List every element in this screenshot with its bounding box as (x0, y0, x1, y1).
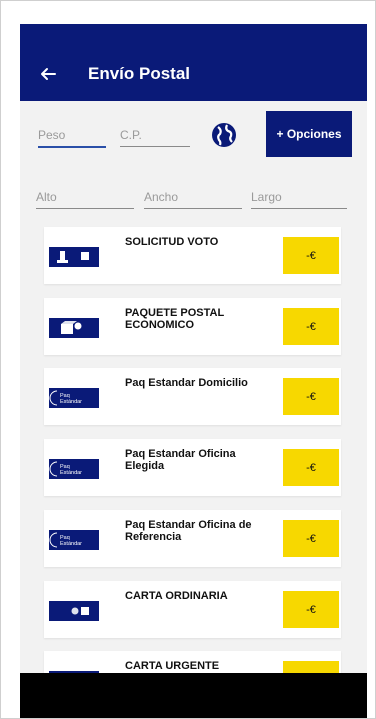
alto-field[interactable] (36, 184, 134, 209)
product-card[interactable]: Paq Estándar Paq Estandar Oficina de Ref… (44, 510, 341, 567)
price-badge[interactable]: -€ (283, 378, 339, 415)
product-card[interactable]: PAQUETE POSTAL ECONOMICO -€ (44, 298, 341, 355)
vote-ballot-icon (49, 247, 99, 267)
alto-input[interactable] (36, 190, 134, 204)
product-card[interactable]: CARTA ORDINARIA -€ (44, 581, 341, 638)
letter-icon (49, 601, 99, 621)
product-card[interactable]: Paq Estándar Paq Estandar Domicilio -€ (44, 368, 341, 425)
svg-text:Estándar: Estándar (60, 470, 82, 476)
paq-estandar-icon: Paq Estándar (49, 388, 99, 408)
product-name: CARTA URGENTE (125, 660, 220, 672)
product-card[interactable]: Paq Estándar Paq Estandar Oficina Elegid… (44, 439, 341, 496)
app-bar: Envío Postal (20, 24, 367, 101)
svg-text:Estándar: Estándar (60, 399, 82, 405)
svg-text:Estándar: Estándar (60, 541, 82, 547)
price-badge[interactable]: -€ (283, 237, 339, 274)
product-name: PAQUETE POSTAL ECONOMICO (125, 307, 225, 331)
largo-input[interactable] (251, 190, 347, 204)
ancho-field[interactable] (144, 184, 242, 209)
device-frame: Envío Postal + Opciones (0, 0, 376, 719)
back-arrow-icon[interactable] (38, 64, 58, 84)
globe-icon[interactable] (210, 121, 238, 149)
price-badge[interactable]: -€ (283, 520, 339, 557)
product-name: Paq Estandar Domicilio (125, 377, 248, 389)
largo-field[interactable] (251, 184, 347, 209)
price-badge[interactable]: -€ (283, 308, 339, 345)
product-name: SOLICITUD VOTO (125, 236, 219, 248)
parcel-icon (49, 318, 99, 338)
paq-estandar-icon: Paq Estándar (49, 530, 99, 550)
product-name: CARTA ORDINARIA (125, 590, 228, 602)
peso-field[interactable] (38, 122, 106, 148)
cp-field[interactable] (120, 122, 190, 147)
cp-input[interactable] (120, 128, 190, 142)
bottom-nav-bar (20, 673, 367, 718)
paq-estandar-icon: Paq Estándar (49, 459, 99, 479)
product-name: Paq Estandar Oficina Elegida (125, 448, 236, 472)
product-card[interactable]: SOLICITUD VOTO -€ (44, 227, 341, 284)
peso-input[interactable] (38, 128, 106, 142)
price-badge[interactable]: -€ (283, 449, 339, 486)
page-title: Envío Postal (88, 64, 191, 83)
price-badge[interactable]: -€ (283, 591, 339, 628)
options-button[interactable]: + Opciones (266, 111, 352, 157)
app-screen: Envío Postal + Opciones (20, 24, 367, 718)
product-name: Paq Estandar Oficina de Referencia (125, 519, 252, 543)
ancho-input[interactable] (144, 190, 242, 204)
